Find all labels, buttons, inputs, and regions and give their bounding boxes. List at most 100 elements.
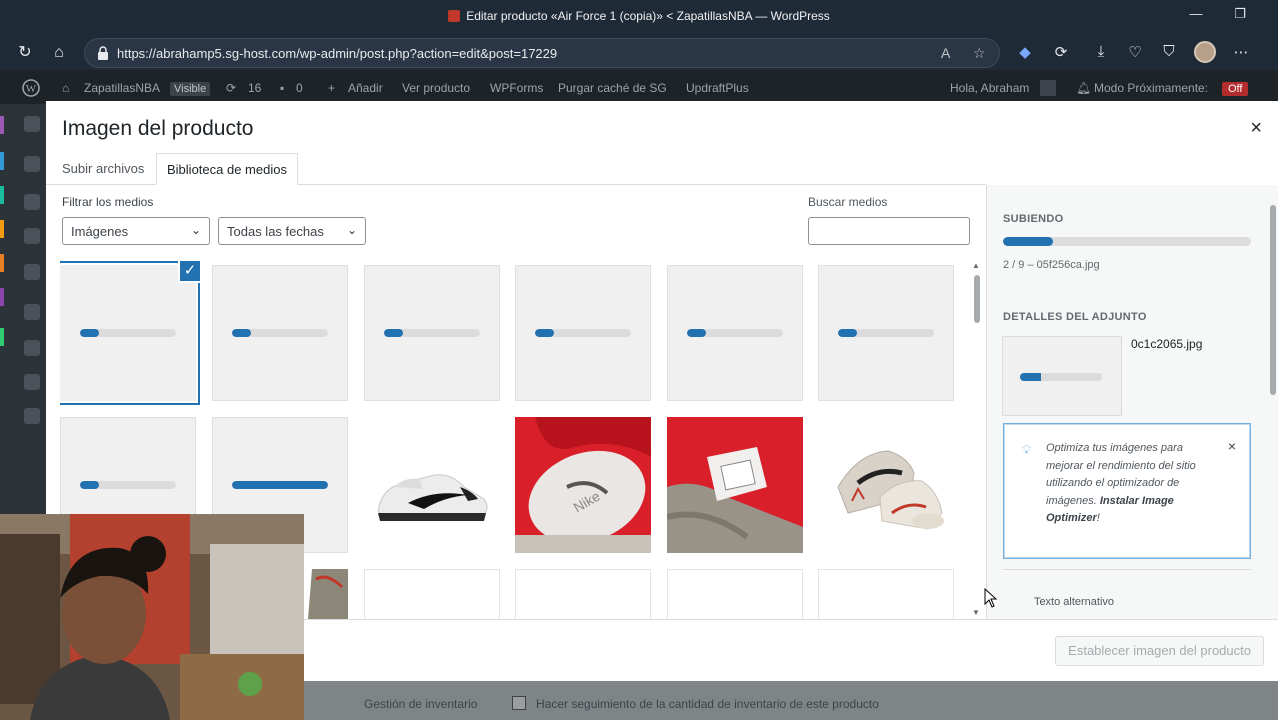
scroll-thumb[interactable] [974,275,980,323]
comments-icon[interactable]: ▪ [280,81,284,95]
coming-soon-toggle[interactable]: Off [1222,81,1249,96]
wordpress-favicon-icon [448,10,461,22]
close-icon[interactable]: × [1228,438,1236,454]
sidebar-menu-icon[interactable] [24,228,40,244]
lock-icon [98,46,108,60]
updraft-link[interactable]: UpdraftPlus [686,81,749,95]
upload-progress-bar [1003,237,1251,246]
sidebar-menu-icon[interactable] [24,374,40,390]
sidebar-menu-icon[interactable] [24,156,40,172]
upload-progress-fill [384,329,404,337]
sneaker-pair-image [818,417,954,553]
view-product-link[interactable]: Ver producto [402,81,470,95]
extensions-icon[interactable]: ⟳ [1050,43,1072,63]
sidebar-accent [0,220,4,238]
attachment-thumbnail[interactable] [666,417,803,553]
webcam-overlay [0,514,304,720]
address-bar[interactable]: https://abrahamp5.sg-host.com/wp-admin/p… [84,38,1000,68]
attachment-thumbnail[interactable] [364,417,500,553]
image-optimizer-notice: 💡︎ Optimiza tus imágenes para mejorar el… [1003,423,1251,559]
wordpress-logo-icon[interactable]: W [22,79,40,97]
attachment-thumbnail[interactable] [667,569,803,619]
attachment-uploading[interactable] [364,265,500,401]
search-input[interactable] [808,217,970,245]
chevron-down-icon: ⌄ [346,223,357,237]
attachment-thumbnail[interactable] [364,569,500,619]
sidebar-menu-icon[interactable] [24,194,40,210]
maximize-button[interactable]: ❐ [1228,6,1252,22]
sidebar-menu-icon[interactable] [24,304,40,320]
lightbulb-icon: 💡︎ [1022,442,1032,457]
filter-type-select[interactable]: Imágenes ⌄ [62,217,210,245]
upload-progress-fill [535,329,555,337]
attachment-thumbnail[interactable] [515,569,651,619]
more-menu-icon[interactable]: ⋯ [1230,43,1252,63]
sidebar-menu-icon[interactable] [24,340,40,356]
upload-progress-bar [687,329,783,337]
purge-cache-link[interactable]: Purgar caché de SG [558,81,667,95]
updates-icon[interactable]: ⟳ [226,81,236,95]
upload-progress-fill [838,329,858,337]
profile-avatar[interactable] [1194,41,1216,63]
sidebar-accent [0,152,4,170]
divider [1003,569,1251,570]
home-icon[interactable]: ⌂ [48,42,70,64]
sneaker-insole-image: Nike [515,417,651,553]
greeting-link[interactable]: Hola, Abraham [950,81,1029,95]
minimize-button[interactable]: — [1184,6,1208,21]
read-aloud-icon[interactable]: A [941,45,950,61]
grid-scrollbar[interactable]: ▲ ▼ [972,261,982,617]
uploading-heading: SUBIENDO [1003,213,1064,225]
attachment-thumbnail[interactable]: Nike [515,417,651,553]
tab-upload-files[interactable]: Subir archivos [52,153,154,185]
upload-progress-fill [80,481,100,489]
attachment-thumbnail[interactable] [818,569,954,619]
downloads-icon[interactable]: ⤓ [1090,43,1112,63]
panel-scroll-thumb[interactable] [1270,205,1276,395]
scroll-down-arrow-icon[interactable]: ▼ [972,608,980,617]
coming-soon-label[interactable]: Modo Próximamente: [1094,81,1208,95]
attachment-uploading[interactable] [667,265,803,401]
site-name-link[interactable]: ZapatillasNBA [84,81,160,95]
tab-media-library[interactable]: Biblioteca de medios [156,153,298,185]
attachment-details-panel: SUBIENDO 2 / 9 – 05f256ca.jpg DETALLES D… [986,185,1278,619]
set-product-image-button[interactable]: Establecer imagen del producto [1055,636,1264,666]
comments-count[interactable]: 0 [296,81,303,95]
health-icon[interactable]: ♡ [1124,43,1146,63]
selected-check-icon[interactable]: ✓ [178,261,202,283]
visibility-badge: Visible [170,81,211,96]
coming-soon-state: Off [1222,82,1249,96]
shield-icon[interactable]: ⛉ [1158,43,1180,63]
user-avatar[interactable] [1040,80,1056,96]
attachment-uploading[interactable] [818,265,954,401]
panel-scrollbar[interactable] [1268,189,1278,617]
attachment-uploading[interactable] [515,265,651,401]
attachment-uploading[interactable] [212,265,348,401]
attachment-thumbnail[interactable] [818,417,954,553]
close-icon[interactable]: × [1250,117,1262,140]
track-inventory-label: Hacer seguimiento de la cantidad de inve… [536,697,879,711]
filter-date-select[interactable]: Todas las fechas ⌄ [218,217,366,245]
attachment-uploading[interactable]: ✓ [60,261,202,401]
home-icon[interactable]: ⌂ [62,81,69,95]
upload-progress-fill [1003,237,1053,246]
upload-progress-bar [232,481,328,489]
url-text[interactable]: https://abrahamp5.sg-host.com/wp-admin/p… [117,46,557,61]
add-new-link[interactable]: Añadir [348,81,383,95]
wpforms-link[interactable]: WPForms [490,81,543,95]
scroll-up-arrow-icon[interactable]: ▲ [972,261,980,270]
extension-icon[interactable]: ◆ [1014,43,1036,63]
sidebar-menu-icon[interactable] [24,116,40,132]
upload-progress-fill [687,329,707,337]
updates-count[interactable]: 16 [248,81,261,95]
plus-icon: + [328,81,336,95]
track-inventory-checkbox[interactable] [512,696,526,710]
sidebar-menu-icon[interactable] [24,408,40,424]
window-title-text: Editar producto «Air Force 1 (copia)» < … [466,9,830,23]
sidebar-menu-icon[interactable] [24,264,40,280]
notice-text: Optimiza tus imágenes para mejorar el re… [1046,440,1216,528]
favorite-icon[interactable]: ☆ [973,45,986,62]
inventory-label: Gestión de inventario [364,697,478,711]
refresh-icon[interactable]: ↻ [14,42,36,64]
sidebar-accent [0,116,4,134]
